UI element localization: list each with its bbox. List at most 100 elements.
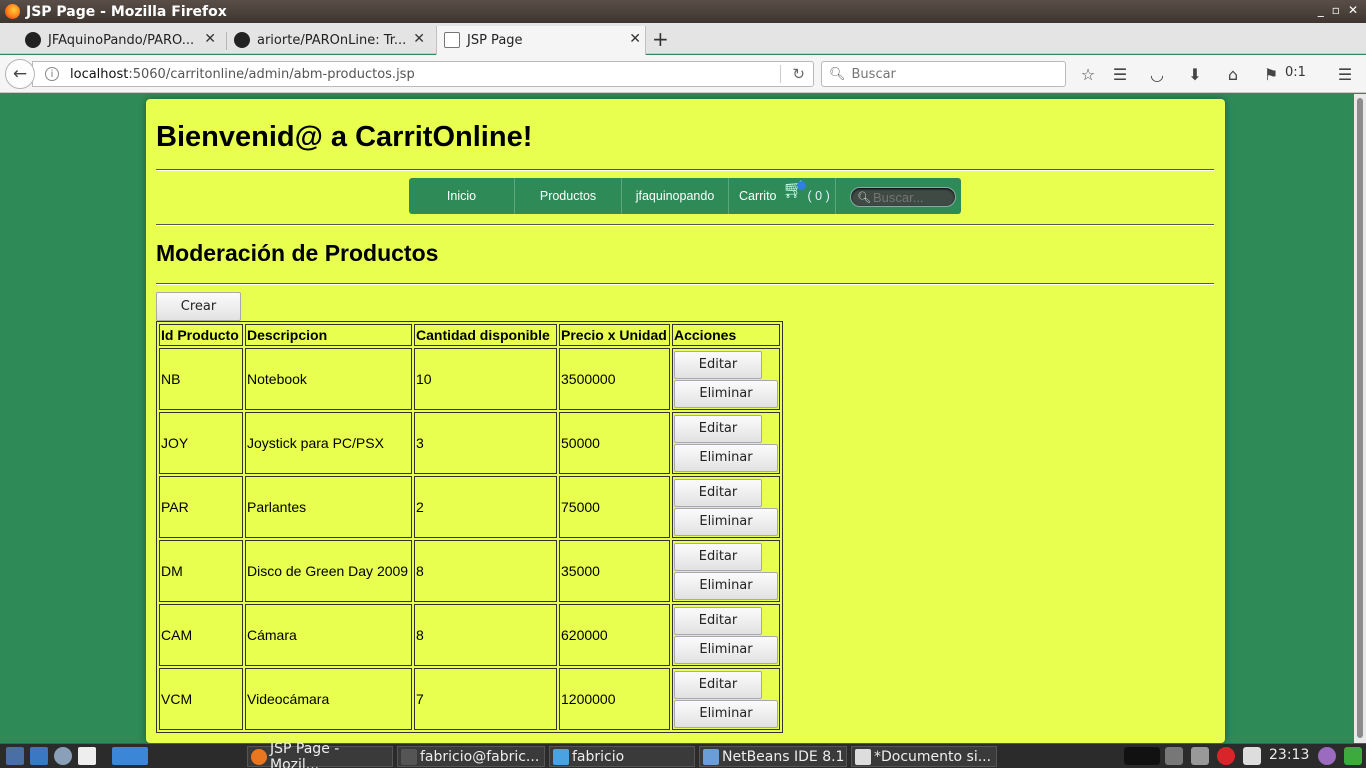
cell-id: JOY (159, 412, 243, 474)
cell-desc: Joystick para PC/PSX (245, 412, 412, 474)
search-bar[interactable]: 🔍︎ (821, 61, 1066, 87)
delete-button[interactable]: Eliminar (674, 635, 778, 664)
cell-price: 1200000 (559, 668, 670, 730)
tab-github-1[interactable]: JFAquinoPando/PARO... ✕ (24, 26, 220, 54)
edit-button[interactable]: Editar (674, 542, 762, 571)
menu-item-user[interactable]: jfaquinopando (622, 178, 729, 214)
task-netbeans[interactable]: NetBeans IDE 8.1 (699, 746, 847, 767)
signal-icon[interactable] (1191, 747, 1209, 765)
tab-jsp-page[interactable]: JSP Page ✕ (436, 26, 646, 55)
task-document[interactable]: *Documento si... (851, 746, 997, 767)
vertical-scrollbar[interactable] (1354, 94, 1366, 743)
window-title: JSP Page - Mozilla Firefox (26, 3, 227, 20)
column-header: Id Producto (159, 324, 243, 346)
tab-close-icon[interactable]: ✕ (629, 31, 641, 47)
logout-icon[interactable] (1344, 747, 1362, 765)
delete-button[interactable]: Eliminar (674, 379, 778, 408)
mail-icon[interactable] (30, 747, 48, 765)
menu-search-field[interactable]: 🔍︎ (850, 187, 956, 207)
tab-close-icon[interactable]: ✕ (204, 31, 216, 47)
edit-button[interactable]: Editar (674, 414, 762, 443)
tab-strip: JFAquinoPando/PARO... ✕ ariorte/PAROnLin… (0, 23, 1366, 55)
lock-icon[interactable] (1318, 747, 1336, 765)
table-row: NB Notebook 10 3500000 Editar Eliminar (159, 348, 780, 410)
reload-icon[interactable]: ↻ (792, 65, 805, 83)
edit-button[interactable]: Editar (674, 606, 762, 635)
firefox-icon (5, 4, 20, 19)
start-menu-icon[interactable] (6, 747, 24, 765)
page-heading: Bienvenid@ a CarritOnline! (156, 121, 533, 153)
delete-button[interactable]: Eliminar (674, 443, 778, 472)
table-row: DM Disco de Green Day 2009 8 35000 Editar Eli… (159, 540, 780, 602)
section-title: Moderación de Productos (156, 240, 439, 266)
new-tab-icon[interactable]: + (652, 27, 669, 51)
task-label: JSP Page - Mozil... (270, 740, 340, 768)
task-firefox[interactable]: JSP Page - Mozil... (247, 741, 393, 768)
info-icon[interactable]: i (45, 67, 59, 81)
cell-desc: Disco de Green Day 2009 (245, 540, 412, 602)
downloads-icon[interactable]: ⬇ (1184, 64, 1206, 84)
browser-icon[interactable] (54, 747, 72, 765)
extension-icon[interactable]: ⚑ (1260, 64, 1282, 84)
window-controls: _ ▫ ✕ (1318, 3, 1358, 17)
cell-desc: Parlantes (245, 476, 412, 538)
menu-item-inicio[interactable]: Inicio (409, 178, 515, 214)
search-input[interactable] (851, 66, 1052, 82)
table-header-row: Id Producto Descripcion Cantidad disponi… (159, 324, 780, 346)
extension-counter: 0:1 (1285, 65, 1306, 80)
back-button[interactable]: ← (5, 59, 35, 89)
url-text[interactable]: localhost:5060/carritonline/admin/abm-pr… (70, 67, 415, 82)
edit-button[interactable]: Editar (674, 478, 762, 507)
clock: 23:13 (1269, 747, 1310, 763)
pocket-icon[interactable]: ◡ (1146, 64, 1168, 84)
create-button[interactable]: Crear (156, 292, 241, 321)
home-icon[interactable]: ⌂ (1222, 64, 1244, 84)
close-icon[interactable]: ✕ (1348, 3, 1358, 17)
dropbox-icon[interactable] (1243, 747, 1261, 765)
bookmark-star-icon[interactable]: ☆ (1077, 64, 1099, 84)
folder-icon (553, 749, 569, 765)
cell-qty: 8 (414, 604, 557, 666)
cell-qty: 2 (414, 476, 557, 538)
mega-icon[interactable] (1217, 747, 1235, 765)
delete-button[interactable]: Eliminar (674, 507, 778, 536)
window-titlebar: JSP Page - Mozilla Firefox _ ▫ ✕ (0, 0, 1366, 23)
cell-desc: Cámara (245, 604, 412, 666)
task-folder[interactable]: fabricio (549, 746, 695, 767)
task-label: *Documento si... (874, 748, 992, 765)
cell-actions: Editar Eliminar (672, 540, 780, 602)
edit-button[interactable]: Editar (674, 670, 762, 699)
cell-qty: 3 (414, 412, 557, 474)
cart-label: Carrito (739, 189, 777, 203)
edit-button[interactable]: Editar (674, 350, 762, 379)
github-icon (25, 32, 41, 48)
hamburger-menu-icon[interactable]: ☰ (1334, 64, 1356, 84)
clipboard-icon[interactable] (1165, 747, 1183, 765)
menu-item-cart[interactable]: Carrito 🛒︎ ( 0 ) (729, 178, 836, 214)
tab-label: JFAquinoPando/PARO... (48, 32, 195, 48)
firefox-icon (251, 749, 267, 765)
task-label: NetBeans IDE 8.1 (722, 748, 845, 765)
tab-github-2[interactable]: ariorte/PAROnLine: Tr... ✕ (233, 26, 429, 54)
cell-actions: Editar Eliminar (672, 668, 780, 730)
cell-desc: Notebook (245, 348, 412, 410)
delete-button[interactable]: Eliminar (674, 699, 778, 728)
window-icon[interactable] (78, 747, 96, 765)
maximize-icon[interactable]: ▫ (1332, 3, 1340, 17)
task-terminal[interactable]: fabricio@fabric... (397, 746, 545, 767)
tab-close-icon[interactable]: ✕ (413, 31, 425, 47)
cell-qty: 7 (414, 668, 557, 730)
delete-button[interactable]: Eliminar (674, 571, 778, 600)
menu-item-productos[interactable]: Productos (515, 178, 622, 214)
reading-list-icon[interactable]: ☰ (1109, 64, 1131, 84)
minimize-icon[interactable]: _ (1318, 3, 1324, 17)
task-label: fabricio (572, 748, 625, 765)
firefox-launcher-icon[interactable] (112, 747, 148, 765)
menu-search-input[interactable] (872, 189, 953, 205)
tab-label: JSP Page (467, 33, 523, 48)
github-icon (234, 32, 250, 48)
divider (156, 283, 1214, 285)
url-bar[interactable]: i localhost:5060/carritonline/admin/abm-… (32, 61, 814, 87)
table-row: JOY Joystick para PC/PSX 3 50000 Editar Elimi… (159, 412, 780, 474)
cell-price: 3500000 (559, 348, 670, 410)
